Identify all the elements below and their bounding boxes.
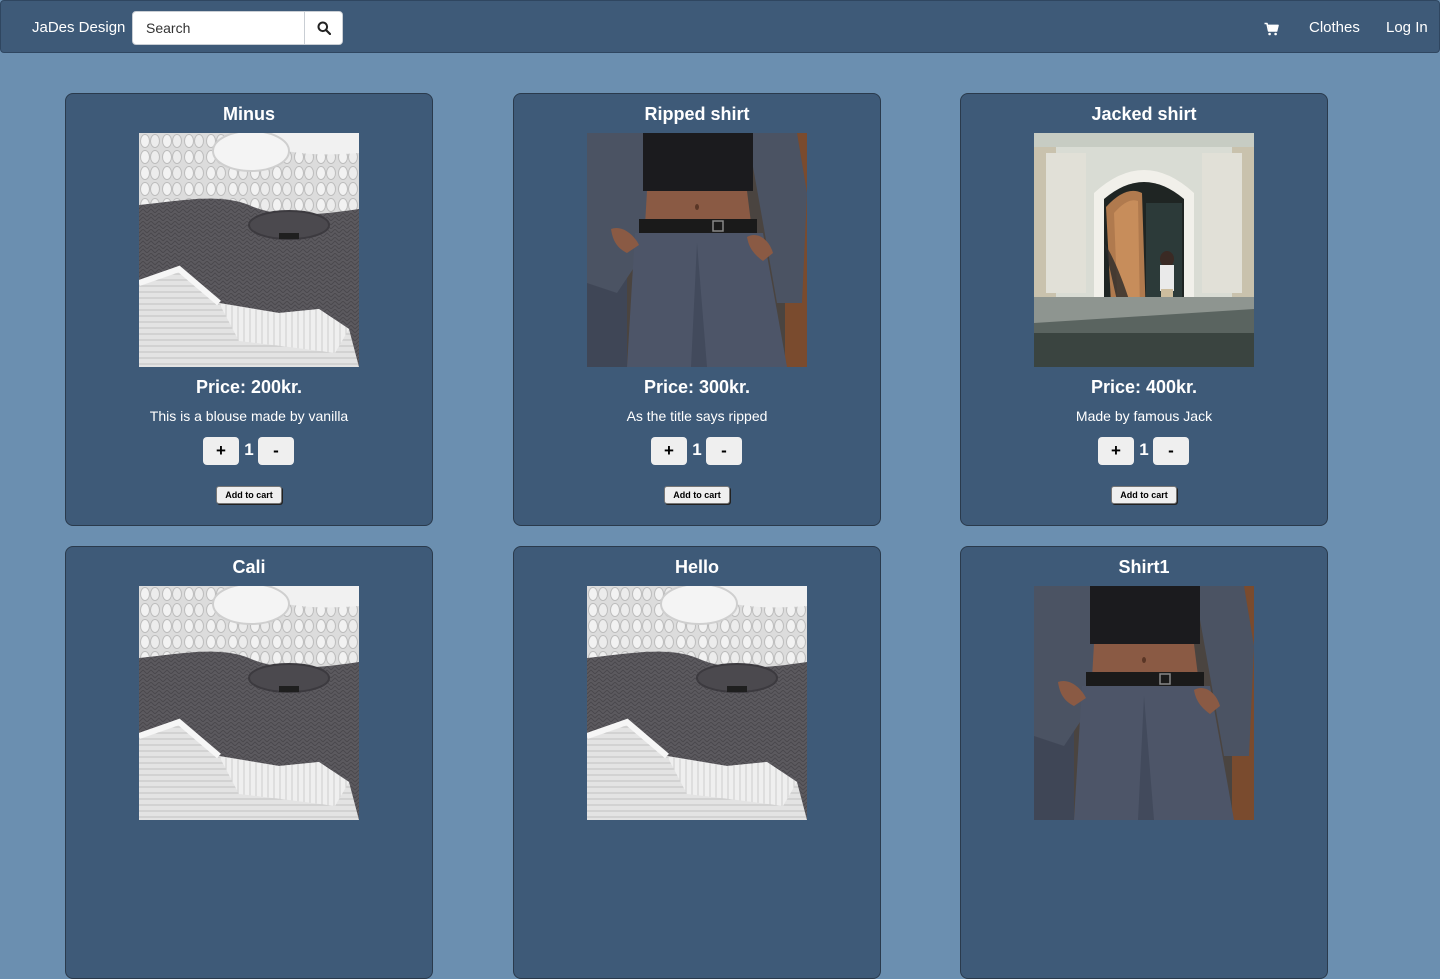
nav-login-link[interactable]: Log In: [1386, 19, 1428, 37]
increase-quantity-button[interactable]: +: [651, 437, 687, 465]
product-title: Jacked shirt: [1091, 104, 1197, 124]
product-image: [1034, 586, 1254, 820]
knit-sweaters-image: [139, 586, 359, 820]
doorway-photo-image: [1034, 133, 1254, 367]
quantity-value: 1: [1139, 440, 1149, 459]
navbar: JaDes Design Clothes Log In: [0, 0, 1440, 53]
increase-quantity-button[interactable]: +: [203, 437, 239, 465]
product-card: Cali: [65, 546, 433, 979]
quantity-stepper: + 1 -: [66, 437, 432, 465]
add-to-cart-button[interactable]: Add to cart: [1111, 486, 1177, 504]
product-card: Ripped shirt Price: 300kr. As the title …: [513, 93, 881, 526]
search-input[interactable]: [133, 12, 304, 44]
product-price: Price: 300kr.: [643, 377, 751, 397]
product-image: [587, 133, 807, 367]
search-form: [132, 11, 343, 45]
add-to-cart-button[interactable]: Add to cart: [664, 486, 730, 504]
knit-sweaters-image: [139, 133, 359, 367]
grey-suit-image: [1034, 586, 1254, 820]
quantity-value: 1: [244, 440, 254, 459]
product-title: Cali: [232, 557, 266, 577]
product-title: Ripped shirt: [644, 104, 750, 124]
product-description: As the title says ripped: [626, 408, 768, 424]
product-image: [1034, 133, 1254, 367]
product-image: [139, 586, 359, 820]
product-description: This is a blouse made by vanilla: [149, 408, 349, 424]
product-card: Shirt1: [960, 546, 1328, 979]
decrease-quantity-button[interactable]: -: [258, 437, 294, 465]
decrease-quantity-button[interactable]: -: [1153, 437, 1189, 465]
grey-suit-image: [587, 133, 807, 367]
product-title: Shirt1: [1118, 557, 1170, 577]
product-card: Hello: [513, 546, 881, 979]
shopping-cart-icon: [1264, 22, 1279, 36]
increase-quantity-button[interactable]: +: [1098, 437, 1134, 465]
quantity-value: 1: [692, 440, 702, 459]
add-to-cart-button[interactable]: Add to cart: [216, 486, 282, 504]
knit-sweaters-image: [587, 586, 807, 820]
product-description: Made by famous Jack: [1075, 408, 1213, 424]
search-button[interactable]: [304, 12, 342, 44]
product-price: Price: 400kr.: [1090, 377, 1198, 397]
product-title: Minus: [223, 104, 275, 124]
decrease-quantity-button[interactable]: -: [706, 437, 742, 465]
product-card: Minus Price: 200kr. This is a blouse mad…: [65, 93, 433, 526]
quantity-stepper: + 1 -: [514, 437, 880, 465]
search-icon: [317, 21, 331, 35]
brand-link[interactable]: JaDes Design: [32, 19, 125, 37]
product-card: Jacked shirt Price: 400kr. Made by famou…: [960, 93, 1328, 526]
product-title: Hello: [674, 557, 719, 577]
product-image: [587, 586, 807, 820]
product-price: Price: 200kr.: [195, 377, 303, 397]
nav-clothes-link[interactable]: Clothes: [1309, 19, 1360, 37]
quantity-stepper: + 1 -: [961, 437, 1327, 465]
product-image: [139, 133, 359, 367]
cart-link[interactable]: [1264, 19, 1280, 37]
